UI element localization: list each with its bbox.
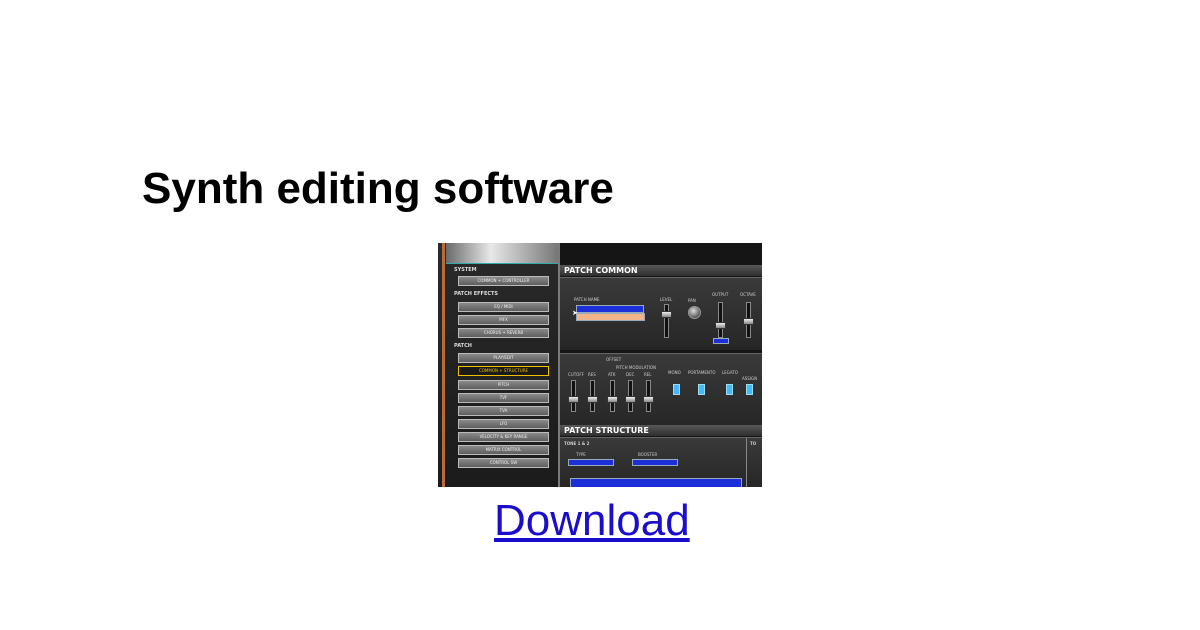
offset-panel: OFFSET PITCH MODULATION CUTOFF RES ATK D… xyxy=(560,353,762,428)
switch-label-mono: MONO xyxy=(668,370,681,375)
fader-label-rel: REL xyxy=(644,372,652,377)
nav-button-common-controller: COMMON + CONTROLLER xyxy=(458,276,549,286)
patch-structure-header: PATCH STRUCTURE xyxy=(560,425,762,436)
patch-common-panel: PATCH NAME ➤ LEVEL PAN OUTPUT OCTAVE xyxy=(560,277,762,350)
section-patch-label: PATCH xyxy=(454,343,472,349)
editor-nav-panel: SYSTEM COMMON + CONTROLLER PATCH EFFECTS… xyxy=(438,243,560,487)
fader-label-res: RES xyxy=(588,372,596,377)
patch-name-edit-field xyxy=(576,313,645,321)
nav-button-eq-midi: EQ / MIDI xyxy=(458,302,549,312)
nav-button-control-sw: CONTROL SW xyxy=(458,458,549,468)
section-patch-effects-label: PATCH EFFECTS xyxy=(454,291,499,297)
octave-label: OCTAVE xyxy=(740,292,756,297)
structure-divider xyxy=(746,438,747,487)
nav-button-common-structure: COMMON + STRUCTURE xyxy=(458,366,549,376)
nav-button-chorus-reverb: CHORUS + REVERB xyxy=(458,328,549,338)
section-system-label: SYSTEM xyxy=(454,267,477,273)
mono-switch-led xyxy=(673,384,680,395)
pitch-modulation-label: PITCH MODULATION xyxy=(616,365,656,370)
switch-label-assign: ASSIGN xyxy=(742,376,758,381)
pan-knob-icon xyxy=(688,306,701,319)
nav-button-mfx: MFX xyxy=(458,315,549,325)
output-fader-slot xyxy=(718,302,723,338)
patch-name-display xyxy=(576,305,644,313)
level-fader-slot xyxy=(664,304,669,338)
booster-label: BOOSTER xyxy=(638,452,658,457)
nav-button-pitch: PITCH xyxy=(458,380,549,390)
nav-button-play-edit: PLAY/EDIT xyxy=(458,353,549,363)
output-value-display xyxy=(713,338,729,344)
fader-label-cutoff: CUTOFF xyxy=(568,372,584,377)
output-label: OUTPUT xyxy=(712,292,729,297)
type-label: TYPE xyxy=(576,452,586,457)
octave-fader-cap xyxy=(743,318,754,325)
assign-switch-led xyxy=(746,384,753,395)
switch-label-legato: LEGATO xyxy=(722,370,738,375)
booster-display xyxy=(632,459,678,466)
switch-label-portamento: PORTAMENTO xyxy=(688,370,716,375)
rel-fader-cap xyxy=(643,396,654,403)
pan-label: PAN xyxy=(688,298,696,303)
portamento-switch-led xyxy=(698,384,705,395)
patch-structure-panel: TONE 1 & 2 TO TYPE BOOSTER xyxy=(560,437,762,487)
logo-strip xyxy=(446,243,558,264)
dec-fader-cap xyxy=(625,396,636,403)
fader-label-atk: ATK xyxy=(608,372,616,377)
nav-button-tvf: TVF xyxy=(458,393,549,403)
patch-common-header: PATCH COMMON xyxy=(560,265,762,276)
editor-main-area: PATCH COMMON PATCH NAME ➤ LEVEL PAN OUTP… xyxy=(560,243,762,487)
download-link[interactable]: Download xyxy=(494,496,690,546)
level-label: LEVEL xyxy=(660,297,673,302)
res-fader-cap xyxy=(587,396,598,403)
nav-button-tva: TVA xyxy=(458,406,549,416)
legato-switch-led xyxy=(726,384,733,395)
synth-editor-screenshot: SYSTEM COMMON + CONTROLLER PATCH EFFECTS… xyxy=(438,243,762,487)
type-display xyxy=(568,459,614,466)
panel-edge xyxy=(442,243,445,487)
atk-fader-cap xyxy=(607,396,618,403)
offset-label: OFFSET xyxy=(606,357,622,362)
nav-button-velocity-key-range: VELOCITY & KEY RANGE xyxy=(458,432,549,442)
output-fader-cap xyxy=(715,322,726,329)
tone-3-4-label: TO xyxy=(750,441,757,446)
cursor-arrow-icon: ➤ xyxy=(572,309,578,317)
nav-button-matrix-control: MATRIX CONTROL xyxy=(458,445,549,455)
cutoff-fader-cap xyxy=(568,396,579,403)
tone-1-2-label: TONE 1 & 2 xyxy=(564,441,590,446)
fader-label-dec: DEC xyxy=(626,372,635,377)
structure-graph xyxy=(570,478,742,487)
level-fader-cap xyxy=(661,311,672,318)
page-title: Synth editing software xyxy=(142,164,614,213)
patch-name-label: PATCH NAME xyxy=(574,297,600,302)
nav-button-lfo: LFO xyxy=(458,419,549,429)
